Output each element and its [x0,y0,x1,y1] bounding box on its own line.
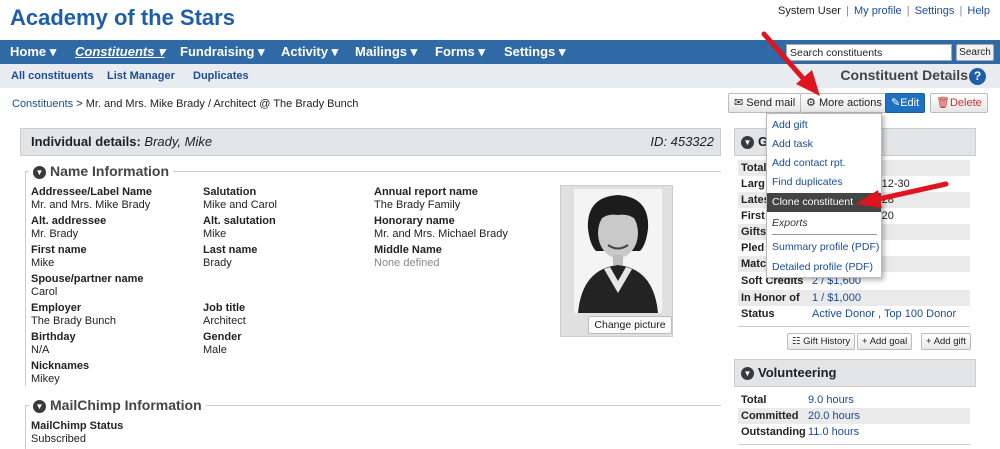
settings-link[interactable]: Settings [915,5,955,17]
nav-fundraising[interactable]: Fundraising ▾ [180,40,265,64]
vol-committed-link[interactable]: 20.0 hours [808,408,860,424]
pencil-icon: ✎ [891,97,901,109]
subnav-list-manager[interactable]: List Manager [107,64,175,88]
plus-icon: + [926,336,932,347]
add-gift-button[interactable]: + Add gift [921,333,971,350]
profile-photo [560,185,673,337]
divider [738,444,970,445]
gift-history-button[interactable]: ☷ Gift History [787,333,856,350]
volunteering-header[interactable]: ▼ Volunteering [734,359,976,387]
my-profile-link[interactable]: My profile [854,5,902,17]
chevron-down-icon: ▼ [33,400,46,413]
field-spouse-partner: Spouse/partner name Carol [31,273,144,298]
vol-outstanding-link[interactable]: 11.0 hours [808,424,859,440]
field-last-name: Last name Brady [203,244,258,269]
change-picture-button[interactable]: Change picture [588,316,672,334]
nav-activity[interactable]: Activity ▾ [281,40,338,64]
nav-settings[interactable]: Settings ▾ [504,40,565,64]
nav-home[interactable]: Home ▾ [10,40,56,64]
field-salutation: Salutation Mike and Carol [203,186,277,211]
breadcrumb: Constituents > Mr. and Mrs. Mike Brady /… [12,98,358,110]
separator: | [906,5,910,17]
portrait-image [574,189,662,313]
field-first-name: First name Mike [31,244,87,269]
separator: | [959,5,963,17]
field-alt-addressee: Alt. addressee Mr. Brady [31,215,107,240]
page-title: Constituent Details [840,67,968,83]
search-button[interactable]: Search [956,44,994,61]
individual-name: Brady, Mike [144,134,213,149]
name-info-title[interactable]: ▼ Name Information [29,163,174,179]
menu-add-gift[interactable]: Add gift [767,116,881,135]
constituent-id: ID: 453322 [650,134,714,149]
chevron-down-icon: ▼ [741,367,754,380]
delete-button[interactable]: 🗑Delete [930,93,988,113]
add-goal-button[interactable]: + Add goal [857,333,913,350]
individual-header: Individual details: Brady, Mike ID: 4533… [20,128,721,156]
field-employer: Employer The Brady Bunch [31,302,116,327]
edit-button[interactable]: ✎Edit [885,93,926,113]
plus-icon: + [862,336,868,347]
mailchimp-title[interactable]: ▼ MailChimp Information [29,397,206,413]
annotation-arrow-1 [761,31,820,96]
field-job-title: Job title Architect [203,302,246,327]
field-nicknames: Nicknames Mikey [31,360,90,385]
envelope-icon: ✉ [734,97,744,109]
menu-detailed-profile-pdf[interactable]: Detailed profile (PDF) [767,258,881,277]
field-middle-name: Middle Name None defined [374,244,442,269]
menu-exports-header: Exports [772,217,808,229]
current-user: System User [778,5,841,17]
help-icon[interactable]: ? [969,68,986,85]
subnav-all-constituents[interactable]: All constituents [11,64,94,88]
chevron-down-icon: ▼ [33,166,46,179]
trash-icon: 🗑 [936,97,950,109]
field-birthday: Birthday N/A [31,331,76,356]
in-honor-link[interactable]: 1 / $1,000 [812,290,861,306]
menu-add-contact-report[interactable]: Add contact rpt. [767,154,881,173]
menu-add-task[interactable]: Add task [767,135,881,154]
vol-row-total: Total 9.0 hours [741,392,854,408]
separator: | [846,5,849,17]
help-link[interactable]: Help [967,5,990,17]
gift-row-status: Status Active Donor , Top 100 Donor [741,308,957,320]
annotation-arrow-2 [856,181,949,208]
field-mailchimp-status: MailChimp Status Subscribed [31,420,124,446]
gear-icon: ⚙ [806,97,816,109]
vol-total-link[interactable]: 9.0 hours [808,392,854,408]
utility-links: System User | My profile | Settings | He… [778,5,990,17]
menu-divider [772,234,877,235]
chevron-down-icon: ▼ [741,136,754,149]
field-annual-report-name: Annual report name The Brady Family [374,186,478,211]
mailchimp-status-link[interactable]: Subscribed [31,433,123,446]
menu-summary-profile-pdf[interactable]: Summary profile (PDF) [767,238,881,257]
field-alt-salutation: Alt. salutation Mike [203,215,276,240]
field-addressee: Addressee/Label Name Mr. and Mrs. Mike Br… [31,186,153,211]
breadcrumb-constituents[interactable]: Constituents [12,98,73,110]
nav-mailings[interactable]: Mailings ▾ [355,40,417,64]
field-gender: Gender Male [203,331,242,356]
subnav-duplicates[interactable]: Duplicates [193,64,249,88]
vol-row-outstanding: Outstanding 11.0 hours [741,424,860,440]
nav-constituents[interactable]: Constituents ▾ [75,40,165,64]
field-honorary-name: Honorary name Mr. and Mrs. Michael Brady [374,215,508,240]
divider [738,326,970,327]
breadcrumb-trail: > Mr. and Mrs. Mike Brady / Architect @ … [73,98,359,110]
vol-row-committed: Committed 20.0 hours [738,408,970,424]
app-title: Academy of the Stars [10,5,235,30]
individual-label: Individual details: [31,134,141,149]
list-icon: ☷ [792,336,801,347]
gift-row-in-honor: In Honor of 1 / $1,000 [738,290,970,306]
nav-forms[interactable]: Forms ▾ [435,40,485,64]
